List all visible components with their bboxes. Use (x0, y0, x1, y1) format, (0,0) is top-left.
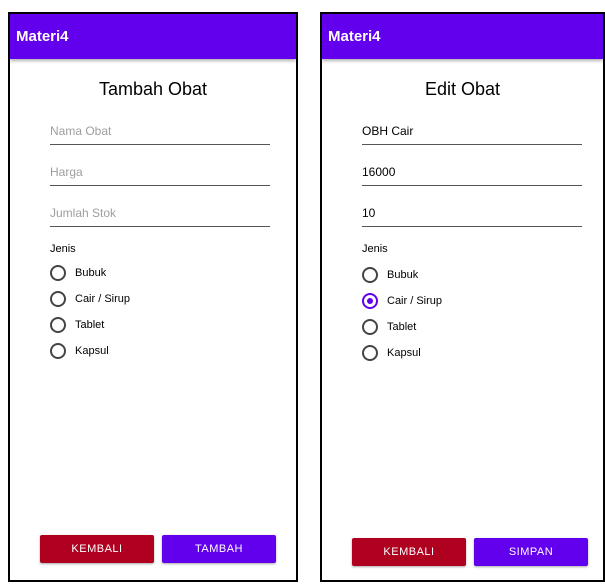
harga-value: 16000 (362, 165, 396, 179)
radio-label: Tablet (387, 321, 417, 333)
radio-button[interactable] (50, 265, 66, 281)
radio-label: Bubuk (75, 267, 107, 279)
radio-label: Kapsul (75, 345, 109, 357)
radio-option-bubuk[interactable]: Bubuk (362, 265, 418, 285)
jenis-label: Jenis (362, 243, 388, 255)
app-bar: Materi4 (10, 14, 296, 59)
radio-option-cair-sirup[interactable]: Cair / Sirup (362, 291, 442, 311)
radio-button[interactable] (50, 343, 66, 359)
radio-option-kapsul[interactable]: Kapsul (50, 341, 109, 361)
simpan-button[interactable]: SIMPAN (474, 538, 588, 566)
screen-title: Tambah Obat (98, 79, 208, 99)
tambah-button[interactable]: TAMBAH (162, 535, 276, 563)
radio-label: Cair / Sirup (75, 293, 131, 305)
app-title: Materi4 (16, 28, 69, 45)
tambah-obat-screen: Materi4 Tambah Obat Nama Obat Harga Juml… (8, 12, 298, 582)
jumlah-stok-input[interactable]: Jumlah Stok (50, 200, 270, 227)
radio-button[interactable] (362, 319, 378, 335)
harga-input[interactable]: 16000 (362, 159, 582, 186)
screen-title: Edit Obat (424, 79, 501, 99)
app-title: Materi4 (328, 28, 381, 45)
radio-option-kapsul[interactable]: Kapsul (362, 343, 421, 363)
radio-button[interactable] (362, 345, 378, 361)
radio-label: Cair / Sirup (387, 295, 443, 307)
jenis-label: Jenis (50, 243, 76, 255)
kembali-button[interactable]: KEMBALI (40, 535, 154, 563)
radio-option-bubuk[interactable]: Bubuk (50, 263, 106, 283)
radio-button[interactable] (50, 291, 66, 307)
radio-option-tablet[interactable]: Tablet (50, 315, 104, 335)
radio-button-selected[interactable] (362, 293, 378, 309)
app-bar: Materi4 (322, 14, 603, 59)
nama-obat-input[interactable]: Nama Obat (50, 118, 270, 145)
nama-obat-value: OBH Cair (362, 124, 414, 138)
jumlah-stok-value: 10 (362, 206, 376, 220)
nama-obat-placeholder: Nama Obat (50, 124, 112, 138)
radio-option-cair-sirup[interactable]: Cair / Sirup (50, 289, 130, 309)
jumlah-stok-input[interactable]: 10 (362, 200, 582, 227)
harga-placeholder: Harga (50, 165, 83, 179)
harga-input[interactable]: Harga (50, 159, 270, 186)
edit-obat-screen: Materi4 Edit Obat OBH Cair 16000 10 Jeni… (320, 12, 605, 582)
kembali-button[interactable]: KEMBALI (352, 538, 466, 566)
radio-label: Kapsul (387, 347, 421, 359)
radio-label: Tablet (75, 319, 105, 331)
nama-obat-input[interactable]: OBH Cair (362, 118, 582, 145)
jumlah-stok-placeholder: Jumlah Stok (50, 206, 117, 220)
radio-option-tablet[interactable]: Tablet (362, 317, 416, 337)
radio-label: Bubuk (387, 269, 419, 281)
radio-button[interactable] (50, 317, 66, 333)
radio-button[interactable] (362, 267, 378, 283)
